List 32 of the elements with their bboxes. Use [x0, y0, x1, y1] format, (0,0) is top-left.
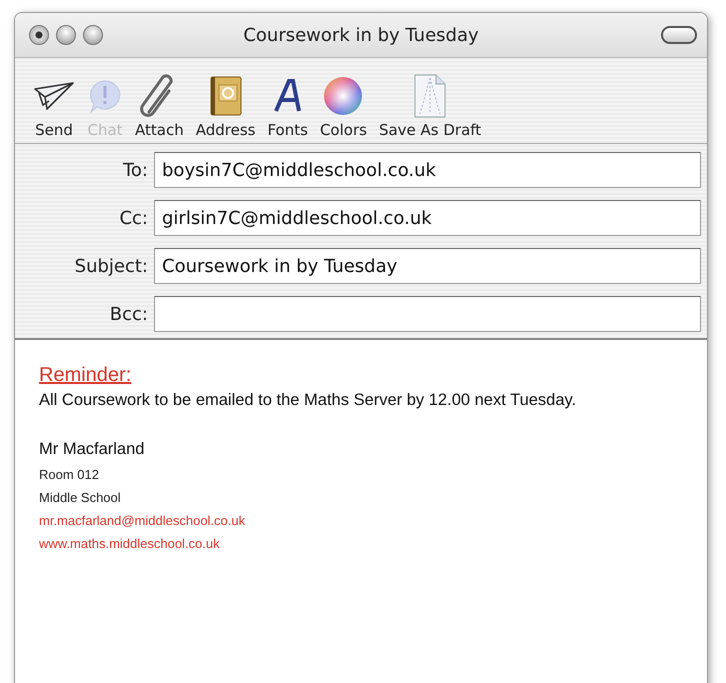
toolbar-button[interactable]: Colors: [314, 71, 373, 139]
minimize-button[interactable]: [56, 25, 76, 45]
body-text: All Coursework to be emailed to the Maths Server by 12.00 next Tuesday.: [39, 390, 578, 411]
toolbar-button[interactable]: Address: [190, 71, 262, 139]
window-title: Coursework in by Tuesday: [243, 24, 479, 46]
input-field[interactable]: [154, 296, 701, 332]
signature-line: Middle School: [39, 489, 121, 507]
toolbar-button[interactable]: Save As Draft: [372, 71, 488, 139]
input-field[interactable]: boysin7C@middleschool.co.uk: [154, 152, 701, 188]
speech-bubble-icon: [87, 78, 123, 114]
toolbar-button[interactable]: Fonts: [261, 71, 314, 139]
toolbar-button[interactable]: Attach: [129, 71, 190, 139]
reminder-heading: Reminder:: [39, 364, 132, 387]
letter-a-icon: [272, 78, 303, 114]
field-label: To:: [122, 160, 148, 180]
field-label: Bcc:: [108, 304, 148, 324]
input-field[interactable]: Coursework in by Tuesday: [154, 248, 701, 284]
input-field[interactable]: girlsin7C@middleschool.co.uk: [154, 200, 701, 236]
body-text: Mr Macfarland: [39, 439, 146, 460]
paper-plane-icon: [33, 79, 75, 113]
field-label: Subject:: [74, 256, 148, 276]
field-label: Cc:: [118, 208, 148, 228]
zoom-button[interactable]: [83, 25, 103, 45]
signature-line: Room 012: [39, 466, 99, 484]
document-icon: [414, 74, 446, 118]
email-link[interactable]: mr.macfarland@middleschool.co.uk: [39, 509, 246, 532]
toolbar-button[interactable]: Send: [27, 71, 81, 139]
close-button[interactable]: [29, 25, 49, 45]
color-wheel-icon: [323, 76, 364, 116]
email-link[interactable]: www.maths.middleschool.co.uk: [39, 532, 220, 555]
address-book-icon: [210, 76, 242, 116]
toolbar-toggle-button[interactable]: [661, 26, 697, 44]
